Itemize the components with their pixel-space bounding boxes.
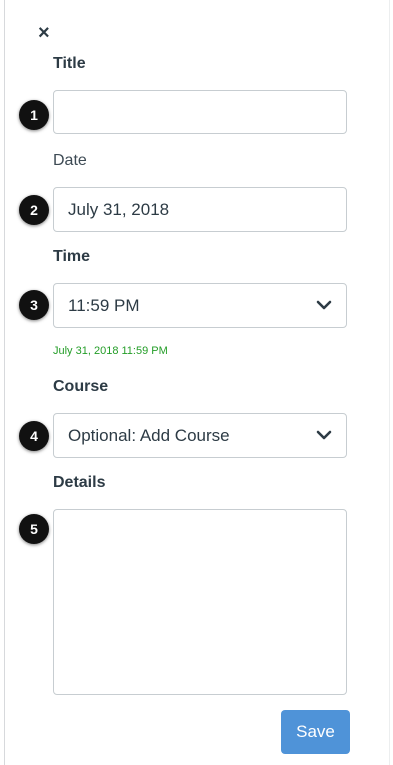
chevron-down-icon (316, 300, 332, 310)
step-badge-4: 4 (19, 421, 49, 451)
step-badge-2: 2 (19, 195, 49, 225)
step-badge-1: 1 (19, 100, 49, 130)
date-input[interactable]: July 31, 2018 (53, 187, 347, 232)
create-event-panel: × Title 1 Date 2 July 31, 2018 Time 3 11… (0, 0, 393, 765)
date-label: Date (53, 152, 87, 169)
close-icon[interactable]: × (38, 22, 58, 44)
save-button[interactable]: Save (281, 710, 350, 754)
chevron-down-icon (316, 430, 332, 440)
course-select[interactable]: Optional: Add Course (53, 413, 347, 458)
time-select-value: 11:59 PM (68, 296, 140, 315)
datetime-hint: July 31, 2018 11:59 PM (53, 345, 168, 357)
course-select-value: Optional: Add Course (68, 426, 230, 445)
step-badge-3: 3 (19, 290, 49, 320)
course-label: Course (53, 378, 109, 395)
date-input-value: July 31, 2018 (68, 200, 170, 219)
panel-divider-left (4, 0, 5, 765)
panel-divider-right (389, 0, 390, 765)
title-label: Title (53, 55, 86, 72)
time-select[interactable]: 11:59 PM (53, 283, 347, 328)
step-badge-5: 5 (19, 514, 49, 544)
details-textarea[interactable] (53, 509, 347, 695)
details-label: Details (53, 474, 106, 491)
title-input[interactable] (53, 90, 347, 134)
time-label: Time (53, 248, 91, 265)
